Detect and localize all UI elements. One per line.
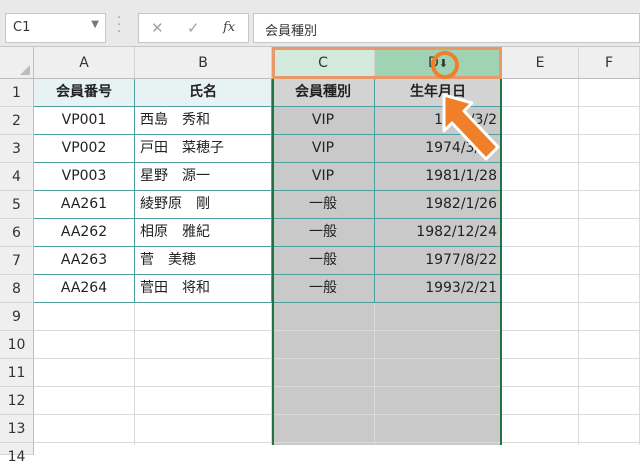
column-header-c[interactable]: C: [272, 47, 375, 79]
row-header-12[interactable]: 12: [0, 387, 34, 415]
row-header-6[interactable]: 6: [0, 219, 34, 247]
row-header-3[interactable]: 3: [0, 135, 34, 163]
row-header-13[interactable]: 13: [0, 415, 34, 443]
formula-value: 会員種別: [265, 24, 318, 39]
formula-toolbar: C1 ▼ · · · ✕ ✓ fx 会員種別: [0, 0, 640, 47]
row-header-2[interactable]: 2: [0, 107, 34, 135]
row-header-1[interactable]: 1: [0, 79, 34, 107]
drag-handle-icon[interactable]: · · ·: [117, 12, 121, 39]
column-header-a[interactable]: A: [34, 47, 135, 79]
spreadsheet-grid: A B C D⬇ E F 1 2 3 4 5 6 7 8 9 10 11 12 …: [0, 47, 640, 465]
row-header-4[interactable]: 4: [0, 163, 34, 191]
column-header-e[interactable]: E: [502, 47, 579, 79]
gridlines: [34, 106, 640, 443]
formula-input[interactable]: 会員種別: [253, 13, 640, 43]
column-header-f[interactable]: F: [579, 47, 640, 79]
row-header-5[interactable]: 5: [0, 191, 34, 219]
name-box[interactable]: C1 ▼: [5, 13, 106, 43]
row-header-10[interactable]: 10: [0, 331, 34, 359]
row-header-7[interactable]: 7: [0, 247, 34, 275]
cursor-highlight-circle-icon: [431, 51, 459, 79]
select-all-corner[interactable]: [0, 47, 34, 79]
cancel-icon[interactable]: ✕: [151, 19, 164, 37]
row-header-8[interactable]: 8: [0, 275, 34, 303]
row-header-9[interactable]: 9: [0, 303, 34, 331]
chevron-down-icon[interactable]: ▼: [91, 19, 99, 30]
formula-buttons: ✕ ✓ fx: [138, 13, 249, 43]
row-header-11[interactable]: 11: [0, 359, 34, 387]
name-box-value: C1: [13, 20, 31, 35]
enter-icon[interactable]: ✓: [187, 19, 200, 37]
insert-function-icon[interactable]: fx: [223, 20, 235, 35]
column-header-b[interactable]: B: [135, 47, 272, 79]
